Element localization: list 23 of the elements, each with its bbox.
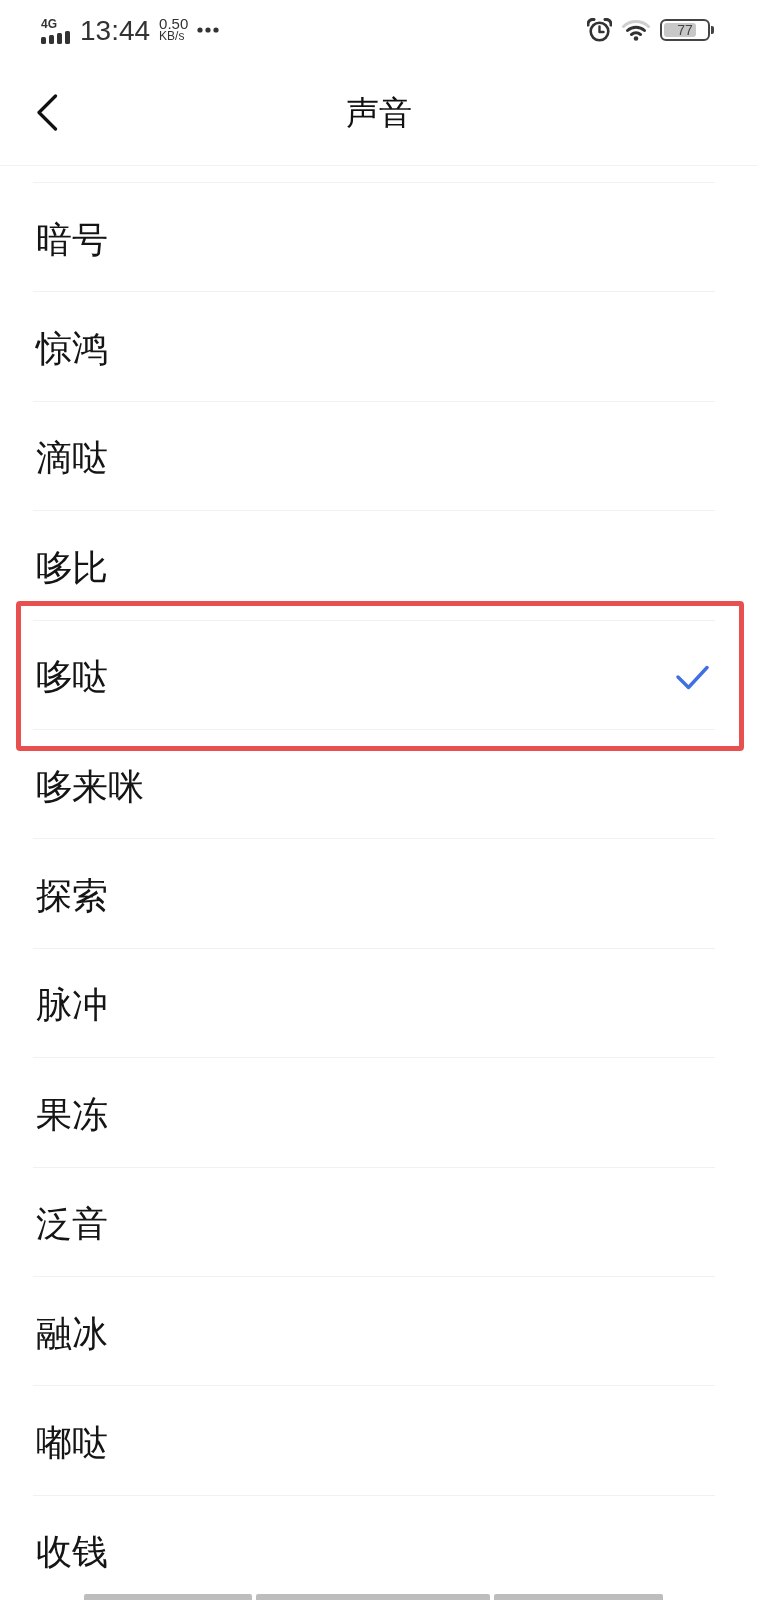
- clock-time: 13:44: [80, 15, 151, 47]
- sound-option[interactable]: 探索: [33, 838, 715, 948]
- back-icon: [36, 94, 58, 131]
- sound-option[interactable]: 哆来咪: [33, 728, 715, 839]
- sound-option[interactable]: 哆比: [33, 510, 715, 620]
- sound-option[interactable]: 暗号: [33, 182, 715, 292]
- more-icon: [197, 27, 220, 33]
- sound-option[interactable]: 泛音: [33, 1166, 715, 1276]
- battery-level: 77: [677, 22, 693, 38]
- wifi-icon: [622, 19, 650, 41]
- sound-option[interactable]: 融冰: [33, 1275, 715, 1386]
- network-speed: 0.50: [159, 17, 189, 30]
- sound-option[interactable]: 嘟哒: [33, 1385, 715, 1495]
- network-type: 4G: [41, 18, 57, 30]
- sound-option[interactable]: 脉冲: [33, 947, 715, 1058]
- sound-option[interactable]: 惊鸿: [33, 291, 715, 401]
- speed-unit: KB/s: [159, 30, 186, 43]
- alarm-clock-icon: [587, 18, 612, 42]
- sound-option[interactable]: 哆哒: [33, 619, 715, 729]
- sound-option[interactable]: 滴哒: [33, 400, 715, 511]
- sound-option[interactable]: 果冻: [33, 1057, 715, 1167]
- signal-icon: [41, 31, 71, 44]
- page-title: 声音: [345, 92, 412, 133]
